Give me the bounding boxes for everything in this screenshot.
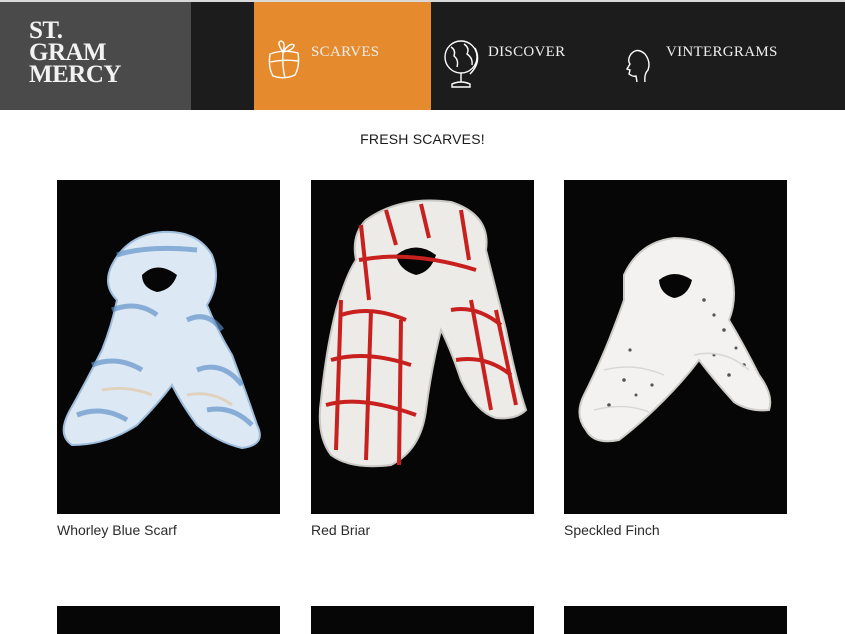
- product-image-red-plaid-scarf[interactable]: [311, 180, 534, 514]
- nav-label: VINTERGRAMS: [666, 44, 778, 60]
- product-image-speckled-scarf[interactable]: [564, 180, 787, 514]
- nav-label: DISCOVER: [488, 44, 566, 60]
- site-header: ST. GRAM MERCY SCARVES DISCOVER VINTERGR…: [0, 0, 845, 110]
- product-name[interactable]: Whorley Blue Scarf: [57, 522, 280, 538]
- nav-item-vintergrams[interactable]: VINTERGRAMS: [601, 2, 801, 110]
- gift-icon: [264, 38, 304, 85]
- product-name[interactable]: Speckled Finch: [564, 522, 787, 538]
- logo-text: ST. GRAM MERCY: [29, 18, 121, 88]
- logo-line: MERCY: [29, 61, 121, 88]
- nav-item-scarves[interactable]: SCARVES: [254, 2, 431, 110]
- page-title: FRESH SCARVES!: [360, 131, 485, 147]
- product-image-partial[interactable]: [57, 606, 280, 634]
- nav-item-discover[interactable]: DISCOVER: [431, 2, 601, 110]
- product-card[interactable]: Whorley Blue Scarf: [57, 180, 280, 538]
- globe-icon: [442, 36, 482, 97]
- logo[interactable]: ST. GRAM MERCY: [0, 2, 191, 110]
- product-image-blue-scarf[interactable]: [57, 180, 280, 514]
- product-card[interactable]: Speckled Finch: [564, 180, 787, 538]
- nav-label: SCARVES: [311, 44, 380, 60]
- product-card[interactable]: Red Briar: [311, 180, 534, 538]
- profile-silhouette-icon: [623, 46, 653, 91]
- product-image-partial[interactable]: [311, 606, 534, 634]
- product-image-partial[interactable]: [564, 606, 787, 634]
- product-name[interactable]: Red Briar: [311, 522, 534, 538]
